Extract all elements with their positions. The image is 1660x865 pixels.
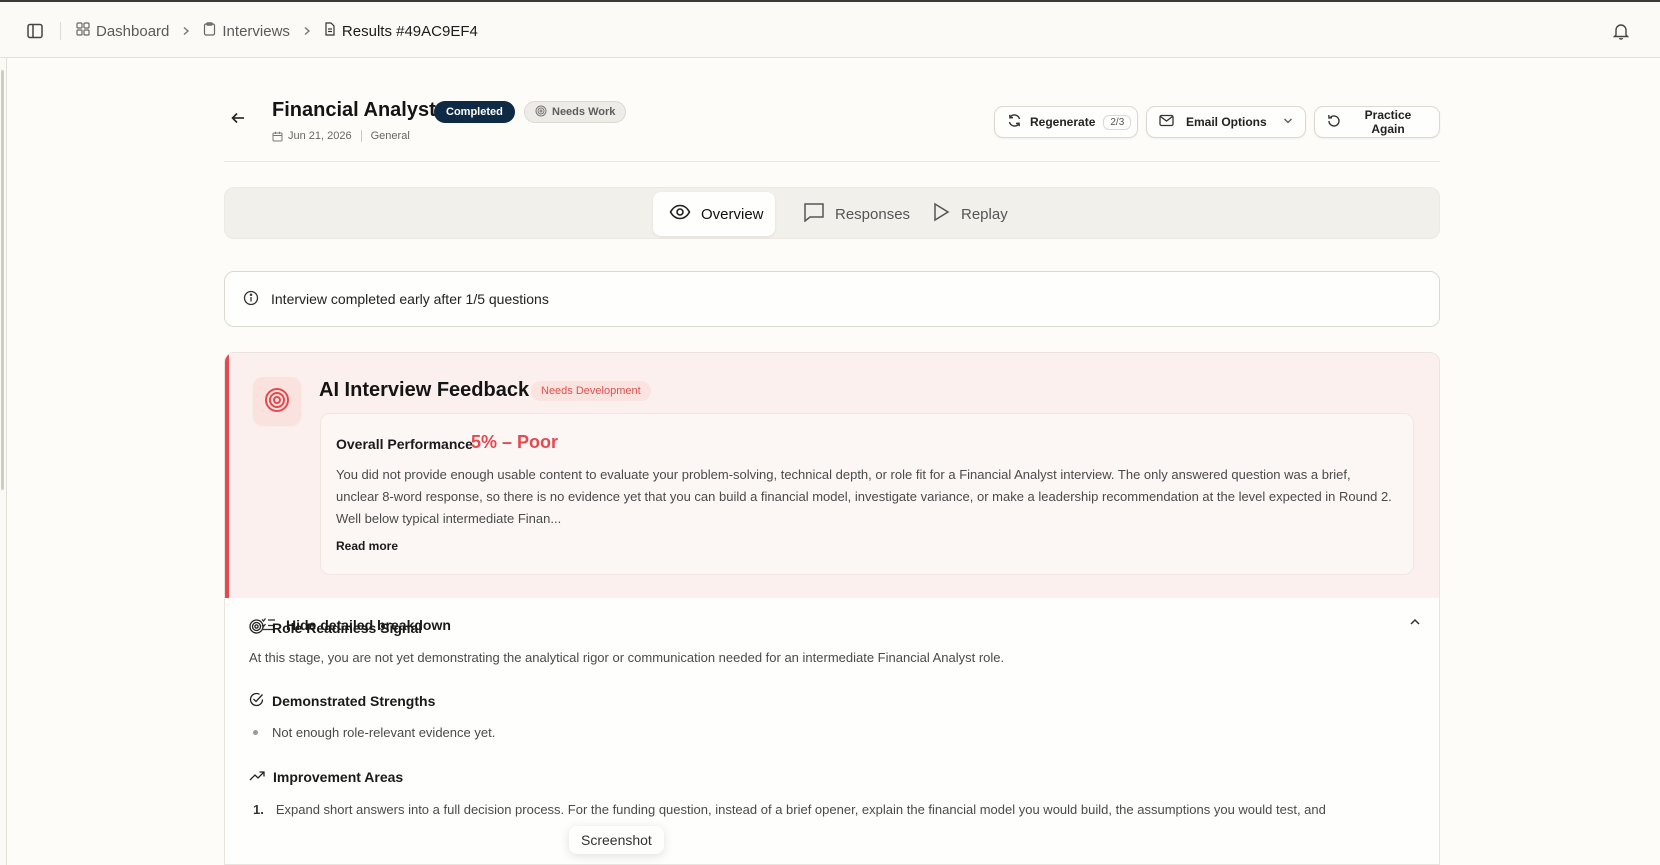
improvement-heading: Improvement Areas [249,769,403,785]
interview-category: General [370,130,410,142]
view-tabs: Overview Responses Replay [224,187,1440,239]
overall-performance-score: 5% – Poor [471,432,559,452]
breadcrumb-interviews-label: Interviews [222,22,290,40]
practice-again-label: Practice Again [1364,108,1412,136]
improvement-number: 1. [253,802,264,817]
dashboard-grid-icon [76,22,90,40]
calendar-icon [272,131,283,142]
page-title: Financial Analyst [272,99,436,121]
topbar-divider [60,22,61,40]
breadcrumb-current-label: Results #49AC9EF4 [341,22,478,40]
feedback-title: AI Interview Feedback [319,379,530,401]
message-square-icon [803,202,825,226]
breadcrumb: Dashboard Interviews Results #49AC9EF4 [76,20,478,42]
tab-responses-label: Responses [835,205,911,223]
strength-text: Not enough role-relevant evidence yet. [272,725,496,740]
clipboard-icon [203,22,216,40]
document-icon [324,22,336,40]
chevron-right-icon [181,26,191,36]
tab-overview-label: Overview [701,205,764,223]
feedback-summary-panel: AI Interview Feedback Needs Development … [225,353,1439,598]
tab-replay-label: Replay [961,205,1008,223]
bullet-dot [253,730,258,735]
mail-icon [1159,114,1174,130]
info-notice-text: Interview completed early after 1/5 ques… [271,291,549,307]
improvement-text: Expand short answers into a full decisio… [275,802,1326,817]
rating-badge: Needs Work [524,101,627,123]
refresh-icon [1007,113,1022,131]
improvement-list-item: 1. Expand short answers into a full deci… [253,802,1326,817]
results-header: Financial Analyst Completed Needs Work J… [224,96,1440,162]
interview-date: Jun 21, 2026 [288,130,352,142]
info-notice: Interview completed early after 1/5 ques… [224,271,1440,327]
email-options-dropdown[interactable]: Email Options [1146,106,1306,138]
read-more-link[interactable]: Read more [336,539,398,553]
target-icon [535,105,547,120]
role-readiness-title: Role Readiness Signal [272,620,423,636]
left-scroll-rail [0,58,7,865]
bullseye-icon [264,387,290,416]
play-icon [931,202,951,226]
chevron-right-icon [302,26,312,36]
tab-responses[interactable]: Responses [787,192,926,236]
rotate-ccw-icon [1327,114,1341,131]
back-arrow-icon[interactable] [230,110,250,130]
chevron-down-icon [1283,115,1293,129]
feedback-target-tile [253,377,301,425]
improvement-title: Improvement Areas [273,769,404,785]
chevron-up-icon [1409,615,1421,631]
status-badge: Completed [434,101,515,123]
breadcrumb-dashboard[interactable]: Dashboard [76,22,169,40]
strengths-heading: Demonstrated Strengths [249,692,435,710]
screenshot-toast: Screenshot [569,826,664,854]
eye-icon [669,204,691,224]
breadcrumb-current: Results #49AC9EF4 [324,22,478,40]
scrollbar-thumb[interactable] [1,70,4,490]
breadcrumb-interviews[interactable]: Interviews [203,22,290,40]
notifications-bell-icon[interactable] [1610,20,1632,42]
role-readiness-heading: Role Readiness Signal [249,619,422,637]
hide-breakdown-toggle[interactable]: Hide detailed breakdown [261,611,1421,639]
sidebar-toggle-icon[interactable] [24,20,46,42]
target-icon [249,619,264,637]
regenerate-count-badge: 2/3 [1103,114,1132,130]
rating-badge-label: Needs Work [552,106,616,118]
level-badge: Needs Development [531,381,651,401]
check-circle-icon [249,692,264,710]
strengths-title: Demonstrated Strengths [272,693,436,709]
tab-replay[interactable]: Replay [915,192,1024,236]
overall-performance-summary: You did not provide enough usable conten… [336,467,1392,526]
regenerate-button[interactable]: Regenerate 2/3 [994,106,1138,138]
tab-overview[interactable]: Overview [653,192,775,236]
overall-performance-label: Overall Performance [336,436,473,452]
trending-up-icon [249,769,265,785]
info-icon [243,290,259,309]
regenerate-label: Regenerate [1030,115,1096,129]
top-bar: Dashboard Interviews Results #49AC9EF4 [0,2,1660,58]
email-options-label: Email Options [1186,115,1267,129]
meta-divider [360,130,362,142]
strength-list-item: Not enough role-relevant evidence yet. [253,725,495,740]
role-readiness-text: At this stage, you are not yet demonstra… [249,650,1005,665]
breadcrumb-dashboard-label: Dashboard [96,22,170,40]
interview-meta: Jun 21, 2026 General [272,130,410,142]
practice-again-button[interactable]: Practice Again [1314,106,1440,138]
overall-performance-box: Overall Performance 5% – Poor You did no… [320,413,1414,575]
feedback-card: AI Interview Feedback Needs Development … [224,352,1440,865]
